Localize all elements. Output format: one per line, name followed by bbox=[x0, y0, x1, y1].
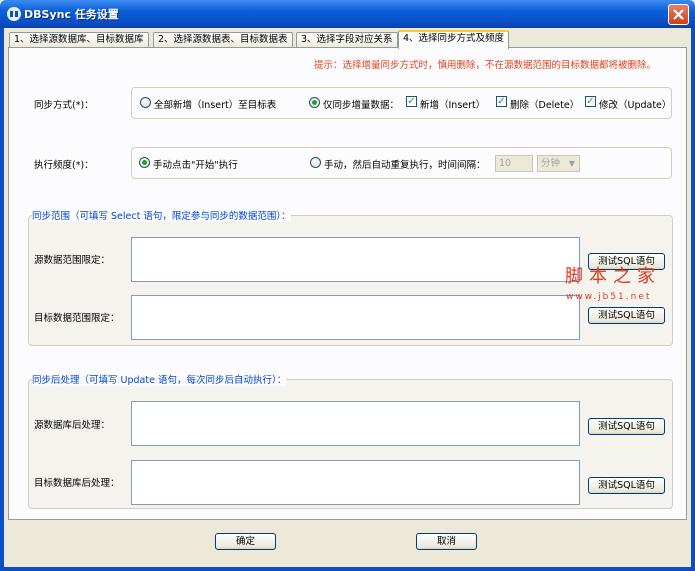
watermark-logo: 脚本之家 bbox=[565, 266, 661, 287]
source-post-textarea[interactable] bbox=[131, 401, 580, 446]
insert-label: 新增（Insert） bbox=[420, 100, 486, 111]
title-bar: DBSync 任务设置 bbox=[0, 0, 695, 28]
post-process-group-title: 同步后处理（可填写 Update 语句，每次同步后自动执行）： bbox=[32, 372, 287, 386]
test-target-post-button[interactable]: 测试SQL语句 bbox=[588, 477, 665, 494]
incremental-label: 仅同步增量数据： bbox=[323, 100, 400, 111]
target-scope-textarea[interactable] bbox=[131, 295, 580, 340]
target-scope-label: 目标数据范围限定： bbox=[34, 313, 120, 324]
scope-group-title: 同步范围（可填写 Select 语句，限定参与同步的数据范围）： bbox=[32, 208, 291, 222]
delete-label: 删除（Delete） bbox=[510, 100, 580, 111]
update-checkbox[interactable]: ✓ bbox=[585, 96, 596, 107]
full-insert-label: 全部新增（Insert）至目标表 bbox=[154, 100, 277, 111]
interval-unit-select[interactable]: 分钟 ▼ bbox=[537, 155, 580, 172]
sync-mode-label: 同步方式(*)： bbox=[34, 100, 94, 111]
target-post-label: 目标数据库后处理： bbox=[34, 478, 120, 489]
delete-checkbox[interactable]: ✓ bbox=[496, 96, 507, 107]
incremental-radio[interactable] bbox=[309, 97, 320, 108]
interval-input[interactable]: 10 bbox=[495, 155, 533, 172]
auto-repeat-radio[interactable] bbox=[310, 157, 321, 168]
app-icon bbox=[7, 7, 21, 21]
cancel-button[interactable]: 取消 bbox=[416, 533, 477, 550]
test-source-post-button[interactable]: 测试SQL语句 bbox=[588, 418, 665, 435]
watermark-url: www.jb51.net bbox=[566, 292, 652, 302]
tab-select-tables[interactable]: 2、选择源数据表、目标数据表 bbox=[153, 32, 293, 48]
frequency-label: 执行频度(*)： bbox=[34, 160, 94, 171]
tab-sync-mode[interactable]: 4、选择同步方式及频度 bbox=[398, 30, 510, 49]
window-frame bbox=[691, 28, 695, 571]
manual-start-radio[interactable] bbox=[139, 157, 150, 168]
target-post-textarea[interactable] bbox=[131, 460, 580, 505]
window-frame bbox=[0, 567, 695, 571]
insert-checkbox[interactable]: ✓ bbox=[406, 96, 417, 107]
source-scope-textarea[interactable] bbox=[131, 237, 580, 282]
window-frame bbox=[0, 28, 4, 571]
source-scope-label: 源数据范围限定： bbox=[34, 255, 111, 266]
window-title: DBSync 任务设置 bbox=[24, 8, 119, 21]
source-post-label: 源数据库后处理： bbox=[34, 420, 111, 431]
close-icon bbox=[673, 9, 684, 20]
update-label: 修改（Update） bbox=[599, 100, 672, 111]
auto-repeat-label: 手动，然后自动重复执行，时间间隔： bbox=[324, 160, 486, 171]
full-insert-radio[interactable] bbox=[140, 97, 151, 108]
close-button[interactable] bbox=[668, 4, 689, 25]
tab-select-databases[interactable]: 1、选择源数据库、目标数据库 bbox=[9, 32, 149, 48]
ok-button[interactable]: 确定 bbox=[215, 533, 276, 550]
hint-text: 提示：选择增量同步方式时，慎用删除，不在源数据范围的目标数据都将被删除。 bbox=[314, 60, 657, 71]
manual-start-label: 手动点击"开始"执行 bbox=[153, 160, 238, 171]
test-target-scope-button[interactable]: 测试SQL语句 bbox=[588, 307, 665, 324]
chevron-down-icon: ▼ bbox=[568, 159, 576, 168]
tab-field-mapping[interactable]: 3、选择字段对应关系 bbox=[296, 32, 398, 48]
interval-unit-value: 分钟 bbox=[541, 158, 561, 169]
